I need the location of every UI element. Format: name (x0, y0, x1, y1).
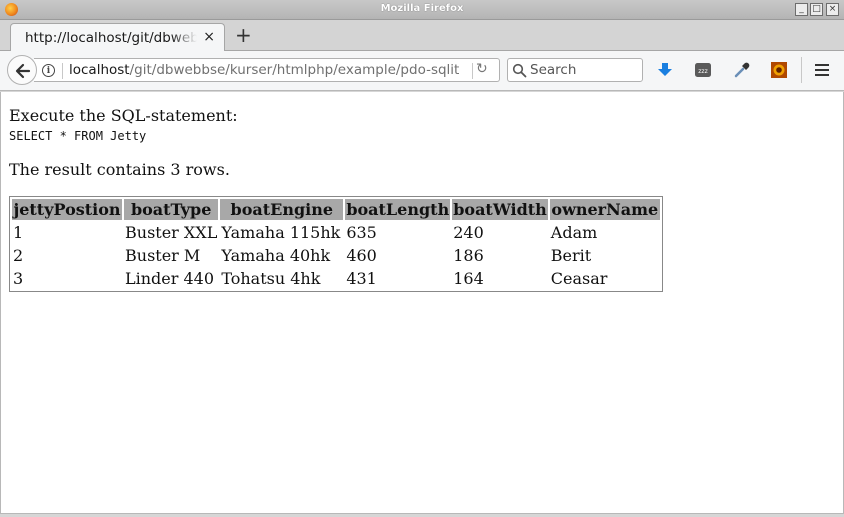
table-cell: Buster M (125, 246, 201, 265)
search-bar[interactable] (507, 58, 643, 82)
url-separator-2 (472, 63, 473, 79)
reload-icon[interactable]: ↻ (476, 61, 488, 77)
table-cell: 186 (453, 246, 484, 265)
back-arrow-icon (15, 63, 31, 79)
table-cell: 2 (13, 246, 24, 265)
table-cell: Adam (550, 223, 598, 242)
table-header-row: jettyPostion boatType boatEngine boatLen… (12, 199, 660, 220)
table-row: 3 Linder 440 Tohatsu 4hk 431 164 Ceasar (12, 268, 660, 289)
sleep-icon[interactable]: zzz (694, 61, 712, 79)
tab-close-icon[interactable]: × (203, 29, 215, 45)
minimize-button[interactable]: _ (795, 3, 808, 16)
page-content: Execute the SQL-statement: SELECT * FROM… (0, 92, 844, 517)
window-bottom-border (0, 513, 844, 517)
menu-icon[interactable] (813, 61, 831, 79)
maximize-button[interactable]: □ (810, 3, 823, 16)
table-row: 2 Buster M Yamaha 40hk 460 186 Berit (12, 245, 660, 266)
sleep-icon-text: zzz (698, 68, 707, 75)
navigation-toolbar: i localhost/git/dbwebbse/kurser/htmlphp/… (0, 51, 844, 91)
table-cell: 3 (13, 269, 24, 288)
result-table: jettyPostion boatType boatEngine boatLen… (9, 196, 663, 292)
toolbar-separator (801, 57, 802, 83)
url-bar[interactable]: i localhost/git/dbwebbse/kurser/htmlphp/… (34, 58, 500, 82)
column-header: ownerName (549, 199, 660, 220)
table-cell: 431 (346, 269, 377, 288)
eyedropper-icon[interactable] (733, 61, 751, 79)
column-header: boatLength (345, 199, 451, 220)
search-icon (512, 63, 527, 78)
table-cell: Berit (550, 246, 592, 265)
table-cell: Yamaha 40hk (221, 246, 331, 265)
search-input[interactable] (530, 61, 638, 79)
window-title: Mozilla Firefox (380, 3, 464, 14)
tab-title: http://localhost/git/dbwebbse/kurser/htm… (25, 30, 197, 46)
table-cell: 240 (453, 223, 484, 242)
column-header: boatEngine (220, 199, 344, 220)
table-cell: 1 (13, 223, 24, 242)
info-icon[interactable]: i (42, 64, 55, 77)
table-cell: Linder 440 (125, 269, 215, 288)
table-cell: 164 (453, 269, 484, 288)
table-cell: Tohatsu 4hk (221, 269, 321, 288)
column-header: boatWidth (452, 199, 548, 220)
tab-active[interactable]: http://localhost/git/dbwebbse/kurser/htm… (10, 23, 225, 52)
column-header: boatType (124, 199, 219, 220)
download-icon[interactable] (656, 61, 674, 79)
addon-icon[interactable] (770, 61, 788, 79)
url-separator (62, 63, 63, 79)
window-titlebar: Mozilla Firefox _ □ × (0, 0, 844, 20)
table-row: 1 Buster XXL Yamaha 115hk 635 240 Adam (12, 222, 660, 243)
table-cell: 460 (346, 246, 377, 265)
back-button[interactable] (7, 55, 37, 85)
table-cell: Ceasar (550, 269, 608, 288)
table-cell: Buster XXL (125, 223, 218, 242)
table-cell: 635 (346, 223, 377, 242)
table-cell: Yamaha 115hk (221, 223, 341, 242)
url-host: localhost (69, 62, 130, 78)
tab-strip: http://localhost/git/dbwebbse/kurser/htm… (0, 20, 844, 52)
close-window-button[interactable]: × (826, 3, 839, 16)
new-tab-button[interactable]: + (235, 25, 252, 45)
url-path: /git/dbwebbse/kurser/htmlphp/example/pdo… (129, 62, 460, 78)
intro-text: Execute the SQL-statement: (9, 106, 238, 125)
url-text[interactable]: localhost/git/dbwebbse/kurser/htmlphp/ex… (69, 62, 459, 78)
column-header: jettyPostion (12, 199, 122, 220)
result-count-text: The result contains 3 rows. (9, 160, 230, 179)
sql-statement: SELECT * FROM Jetty (9, 129, 147, 143)
